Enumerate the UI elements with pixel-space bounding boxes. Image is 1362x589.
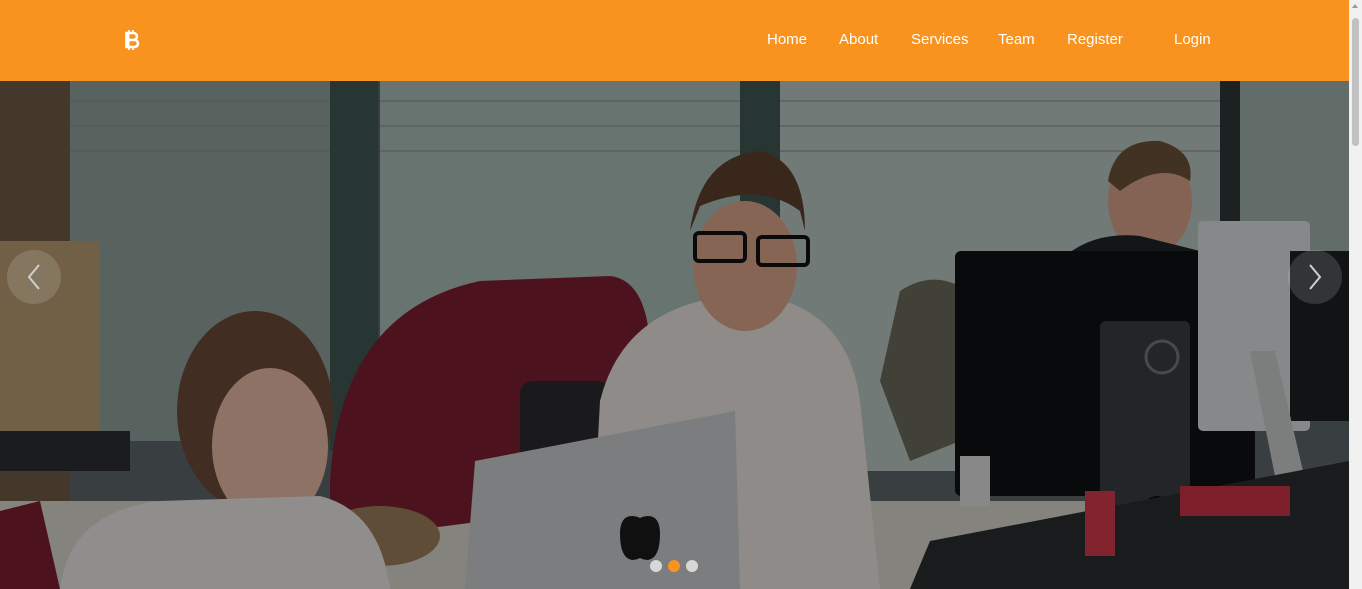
hero-overlay [0, 81, 1349, 589]
nav-about[interactable]: About [839, 31, 878, 48]
page: Home About Services Team Register Login [0, 0, 1362, 589]
vertical-scrollbar[interactable] [1349, 0, 1362, 589]
scroll-up-icon[interactable] [1352, 4, 1358, 8]
scrollbar-thumb[interactable] [1352, 18, 1359, 146]
carousel-dot-2[interactable] [668, 560, 680, 572]
site-header: Home About Services Team Register Login [0, 0, 1349, 81]
carousel-dot-1[interactable] [650, 560, 662, 572]
carousel-indicators [650, 560, 698, 572]
nav-services[interactable]: Services [911, 31, 969, 48]
bitcoin-icon[interactable] [124, 29, 140, 51]
chevron-right-icon [1309, 264, 1322, 290]
nav-register[interactable]: Register [1067, 31, 1123, 48]
carousel-dot-3[interactable] [686, 560, 698, 572]
hero-carousel [0, 81, 1349, 589]
carousel-next-button[interactable] [1288, 250, 1342, 304]
nav-home[interactable]: Home [767, 31, 807, 48]
chevron-left-icon [27, 264, 40, 290]
nav-team[interactable]: Team [998, 31, 1035, 48]
nav-login[interactable]: Login [1174, 31, 1211, 48]
carousel-prev-button[interactable] [7, 250, 61, 304]
